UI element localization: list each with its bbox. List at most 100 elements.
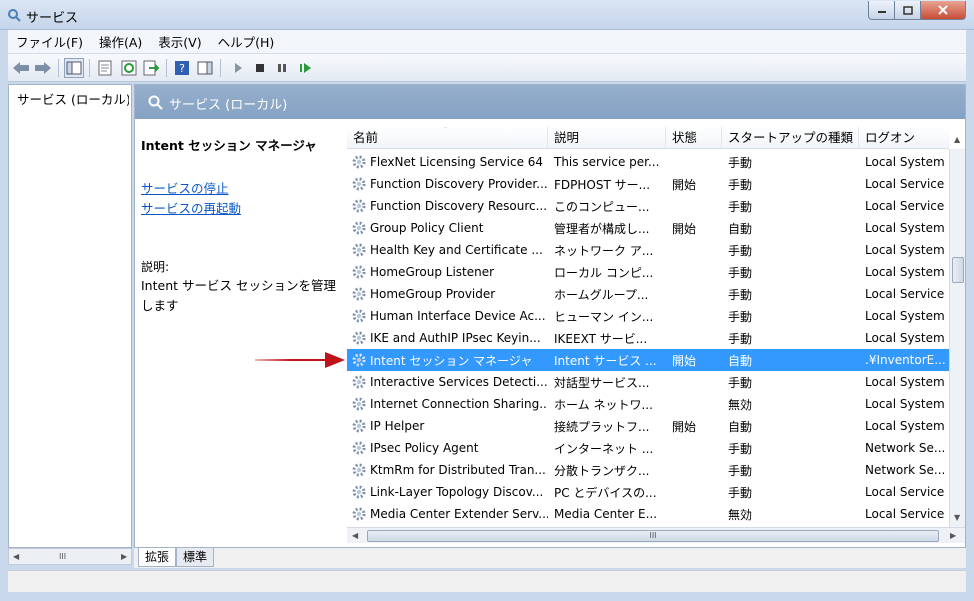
tree-item-services-local[interactable]: サービス (ローカル)	[13, 89, 129, 108]
tab-extended[interactable]: 拡張	[138, 548, 177, 567]
vertical-scroll-thumb[interactable]	[952, 257, 964, 283]
close-button[interactable]	[920, 1, 966, 20]
service-startup-type: 手動	[728, 265, 753, 280]
menu-help[interactable]: ヘルプ(H)	[210, 32, 283, 51]
export-list-icon[interactable]	[141, 58, 161, 78]
column-header-name[interactable]: ˆ 名前	[347, 127, 548, 149]
list-vertical-scrollbar[interactable]: ▲ ▼	[949, 135, 965, 527]
service-description: 対話型サービス...	[554, 375, 650, 390]
restart-service-icon[interactable]	[296, 58, 316, 78]
scroll-left-icon[interactable]: ◀	[352, 531, 358, 540]
service-startup-type: 無効	[728, 507, 753, 522]
table-row[interactable]: FlexNet Licensing Service 64 This service…	[347, 151, 949, 173]
service-logon: Local System	[865, 331, 945, 345]
stop-service-link[interactable]: サービスの停止	[141, 178, 229, 197]
forward-icon[interactable]	[33, 58, 53, 78]
column-header-logon[interactable]: ログオン	[859, 127, 949, 149]
table-row[interactable]: IP Helper 接続プラットフ... 開始 自動 Local System	[347, 415, 949, 437]
table-row[interactable]: HomeGroup Provider ホームグループ... 手動 Local Serv…	[347, 283, 949, 305]
service-startup-type: 手動	[728, 375, 753, 390]
service-name: HomeGroup Listener	[370, 265, 495, 279]
service-name: HomeGroup Provider	[370, 287, 496, 301]
column-header-status[interactable]: 状態	[666, 127, 722, 149]
maximize-button[interactable]	[894, 1, 921, 20]
service-description: PC とデバイスの...	[554, 485, 657, 500]
service-logon: Local Service	[865, 287, 945, 301]
scroll-right-icon[interactable]: ▶	[950, 531, 956, 540]
table-row[interactable]: Internet Connection Sharing... ホーム ネットワ..…	[347, 393, 949, 415]
table-row[interactable]: Intent セッション マネージャ Intent サービス ... 開始 自動 .¥I…	[347, 349, 949, 371]
scroll-left-icon[interactable]: ◀	[13, 552, 19, 561]
pause-service-icon[interactable]	[272, 58, 292, 78]
back-icon[interactable]	[11, 58, 31, 78]
service-name-cell: Function Discovery Provider...	[347, 176, 548, 192]
menu-action[interactable]: 操作(A)	[91, 32, 150, 51]
description-text: Intent サービス セッションを管理します	[141, 278, 336, 313]
description-label: 説明:	[141, 260, 170, 274]
svg-text:?: ?	[179, 62, 185, 75]
column-header-description[interactable]: 説明	[548, 127, 666, 149]
service-logon: Local System	[865, 265, 945, 279]
service-name-cell: Intent セッション マネージャ	[347, 352, 548, 369]
tree-horizontal-scrollbar[interactable]: ◀ III ▶	[8, 548, 132, 565]
table-row[interactable]: Interactive Services Detecti... 対話型サービス..…	[347, 371, 949, 393]
table-row[interactable]: HomeGroup Listener ローカル コンピ... 手動 Local Sys…	[347, 261, 949, 283]
stop-service-icon[interactable]	[250, 58, 270, 78]
table-row[interactable]: Function Discovery Resourc... このコンピュー... 手…	[347, 195, 949, 217]
table-row[interactable]: Health Key and Certificate ... ネットワーク ア..…	[347, 239, 949, 261]
horizontal-scroll-thumb[interactable]: III	[367, 530, 939, 542]
scroll-down-icon[interactable]: ▼	[954, 513, 960, 522]
table-row[interactable]: IPsec Policy Agent インターネット ... 手動 Network S…	[347, 437, 949, 459]
scroll-right-icon[interactable]: ▶	[121, 552, 127, 561]
action-pane-icon[interactable]	[195, 58, 215, 78]
menu-view[interactable]: 表示(V)	[150, 32, 209, 51]
column-header-startup-type[interactable]: スタートアップの種類	[722, 127, 859, 149]
service-name-cell: Human Interface Device Ac...	[347, 308, 548, 324]
minimize-button[interactable]	[868, 1, 895, 20]
start-service-icon[interactable]	[228, 58, 248, 78]
service-description: ホーム ネットワ...	[554, 397, 653, 412]
service-name: Intent セッション マネージャ	[370, 353, 533, 368]
list-horizontal-scrollbar[interactable]: ◀ III ▶	[347, 527, 965, 543]
table-row[interactable]: IKE and AuthIP IPsec Keyin... IKEEXT サービ.…	[347, 327, 949, 349]
menu-file[interactable]: ファイル(F)	[8, 32, 91, 51]
status-bar	[8, 570, 966, 592]
properties-icon[interactable]	[95, 58, 115, 78]
service-description: Intent サービス ...	[554, 353, 657, 368]
service-startup-type: 手動	[728, 441, 753, 456]
list-header: ˆ 名前 説明 状態 スタートアップの種類 ログオン	[347, 127, 949, 149]
scroll-up-icon[interactable]: ▲	[954, 135, 960, 144]
service-gear-icon	[352, 199, 366, 213]
minimize-icon	[877, 11, 886, 13]
restart-service-link[interactable]: サービスの再起動	[141, 198, 241, 217]
service-status: 開始	[672, 353, 697, 368]
service-name-cell: FlexNet Licensing Service 64	[347, 154, 548, 170]
service-status: 開始	[672, 177, 697, 192]
table-row[interactable]: Link-Layer Topology Discov... PC とデバイスの..…	[347, 481, 949, 503]
service-name-cell: IP Helper	[347, 418, 548, 434]
service-name: Function Discovery Resourc...	[370, 199, 548, 213]
console-tree-icon[interactable]	[64, 58, 84, 78]
service-logon: Local Service	[865, 199, 945, 213]
service-description: ローカル コンピ...	[554, 265, 654, 280]
toolbar-separator	[166, 59, 167, 77]
service-logon: Local System	[865, 397, 945, 411]
service-logon: Local System	[865, 221, 945, 235]
console-tree-pane: サービス (ローカル)	[8, 84, 132, 548]
help-icon[interactable]: ?	[172, 58, 192, 78]
table-row[interactable]: Media Center Extender Serv... Media Cente…	[347, 503, 949, 525]
service-name: FlexNet Licensing Service 64	[370, 155, 544, 169]
sort-ascending-icon: ˆ	[443, 127, 448, 136]
service-description: 接続プラットフ...	[554, 419, 650, 434]
service-name-cell: HomeGroup Listener	[347, 264, 548, 280]
refresh-icon[interactable]	[119, 58, 139, 78]
table-row[interactable]: Group Policy Client 管理者が構成し... 開始 自動 Local S…	[347, 217, 949, 239]
service-status: 開始	[672, 419, 697, 434]
table-row[interactable]: Function Discovery Provider... FDPHOST サー…	[347, 173, 949, 195]
service-gear-icon	[352, 463, 366, 477]
service-name: Internet Connection Sharing...	[370, 397, 548, 411]
table-row[interactable]: Human Interface Device Ac... ヒューマン イン... 手…	[347, 305, 949, 327]
tab-standard[interactable]: 標準	[176, 548, 215, 567]
table-row[interactable]: KtmRm for Distributed Tran... 分散トランザク... 手…	[347, 459, 949, 481]
tree-item-label: サービス (ローカル)	[17, 92, 129, 107]
